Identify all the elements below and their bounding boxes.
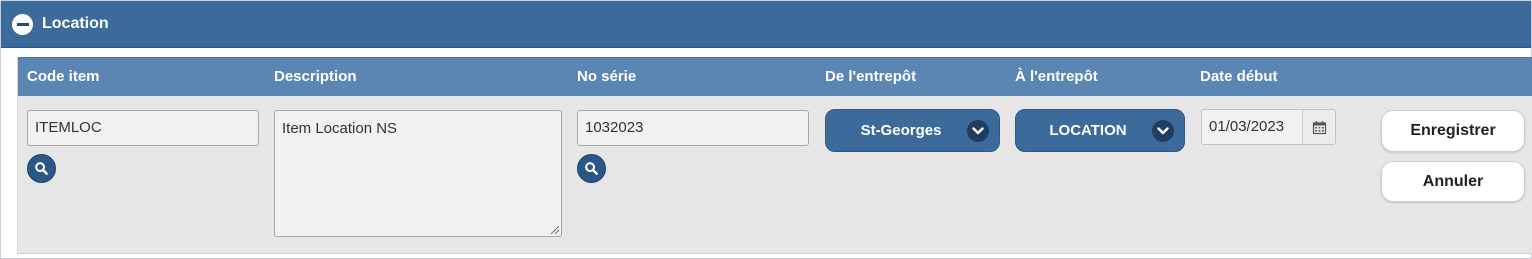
location-panel: Location Code item Description No série … <box>0 0 1532 259</box>
no-serie-value: 1032023 <box>585 119 644 136</box>
code-item-search-button[interactable] <box>27 154 56 183</box>
col-header-a-entrepot: À l'entrepôt <box>1015 68 1098 85</box>
a-entrepot-select[interactable]: LOCATION <box>1015 109 1185 152</box>
search-icon <box>35 162 48 175</box>
search-icon <box>585 162 598 175</box>
a-entrepot-value: LOCATION <box>1049 122 1127 139</box>
cancel-button[interactable]: Annuler <box>1381 161 1525 202</box>
calendar-icon <box>1312 120 1326 134</box>
col-header-date-debut: Date début <box>1200 68 1278 85</box>
grid-header: Code item Description No série De l'entr… <box>18 57 1532 96</box>
de-entrepot-value: St-Georges <box>860 122 942 139</box>
description-textarea[interactable]: Item Location NS <box>274 110 562 237</box>
resize-grip-icon[interactable] <box>551 226 559 234</box>
code-item-value: ITEMLOC <box>35 119 102 136</box>
no-serie-input[interactable]: 1032023 <box>577 110 809 146</box>
save-button[interactable]: Enregistrer <box>1381 110 1525 152</box>
col-header-no-serie: No série <box>577 68 637 85</box>
date-debut-value: 01/03/2023 <box>1209 118 1285 135</box>
collapse-icon[interactable] <box>12 14 33 35</box>
date-debut-input[interactable]: 01/03/2023 <box>1201 109 1336 145</box>
col-header-code-item: Code item <box>27 68 100 85</box>
calendar-button[interactable] <box>1302 110 1335 144</box>
location-grid: Code item Description No série De l'entr… <box>17 57 1532 254</box>
no-serie-search-button[interactable] <box>577 154 606 183</box>
col-header-description: Description <box>274 68 357 85</box>
de-entrepot-select[interactable]: St-Georges <box>825 109 1000 152</box>
chevron-down-icon <box>967 120 989 142</box>
description-value: Item Location NS <box>282 120 398 137</box>
code-item-input[interactable]: ITEMLOC <box>27 110 259 146</box>
panel-title: Location <box>42 15 109 32</box>
chevron-down-icon <box>1152 120 1174 142</box>
col-header-de-entrepot: De l'entrepôt <box>825 68 917 85</box>
panel-header: Location <box>1 1 1531 48</box>
